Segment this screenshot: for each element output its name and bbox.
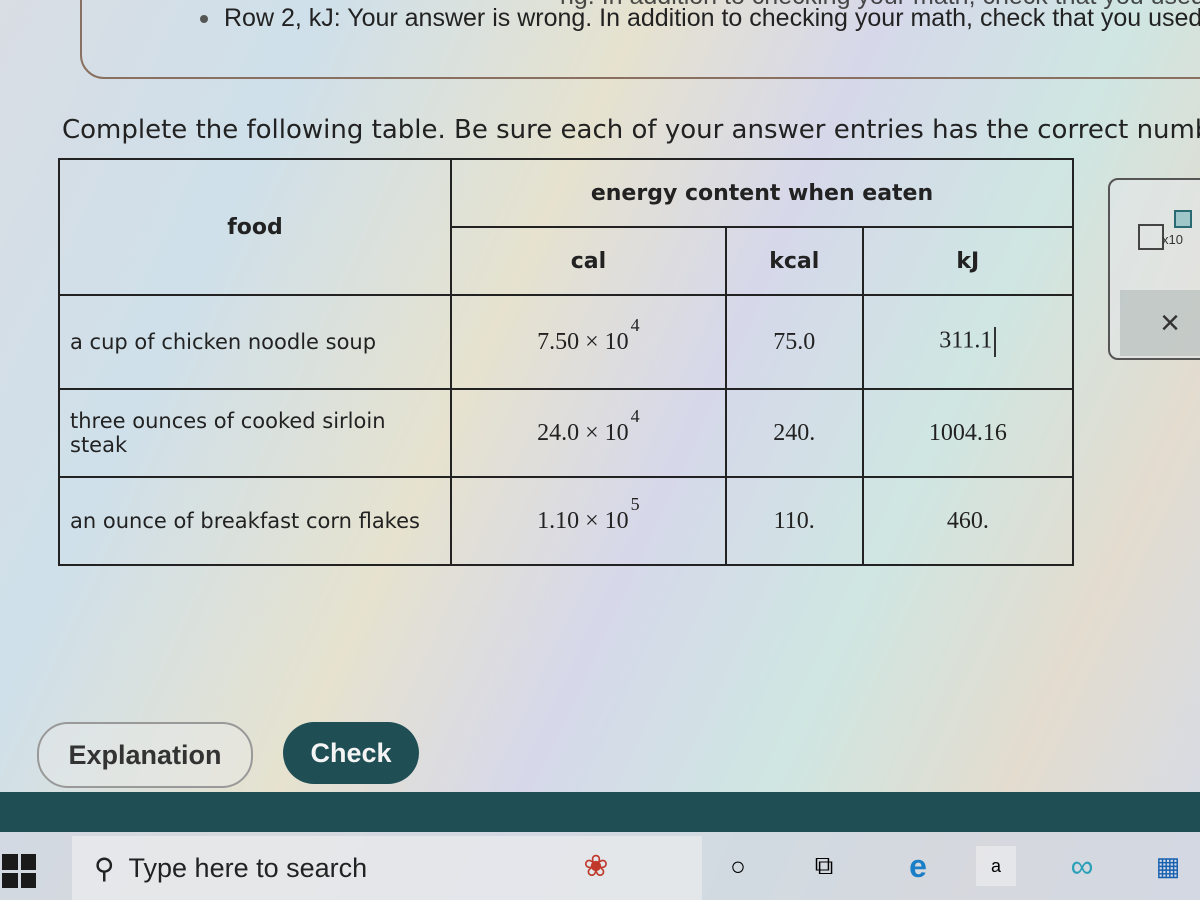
energy-header: energy content when eaten (450, 158, 1074, 228)
explanation-button[interactable]: Explanation (37, 722, 253, 788)
answer-tools-panel: x10 × (1108, 178, 1200, 360)
task-view-icon[interactable]: ⧉ (804, 846, 844, 886)
search-placeholder: Type here to search (128, 852, 368, 883)
kcal-input[interactable]: 75.0 (724, 294, 864, 390)
check-button[interactable]: Check (283, 722, 419, 784)
unit-header-cal: cal (450, 226, 727, 296)
kj-value: 311.1 (939, 327, 993, 354)
base-box-icon (1138, 224, 1164, 250)
cal-input[interactable]: 24.0 × 104 (450, 388, 727, 478)
text-cursor-icon (994, 327, 997, 357)
unit-header-kcal: kcal (724, 226, 864, 296)
feedback-text: Row 2, kJ: Your answer is wrong. In addi… (224, 4, 1200, 32)
food-header: food (58, 158, 452, 296)
kj-input[interactable]: 1004.16 (861, 388, 1075, 478)
cal-mantissa: 24.0 × 10 (537, 419, 629, 446)
food-cell: an ounce of breakfast corn flakes (58, 476, 452, 566)
windows-start-icon[interactable] (2, 854, 36, 888)
table-row: an ounce of breakfast corn flakes 1.10 ×… (58, 476, 1075, 566)
feedback-line: Row 2, kJ: Your answer is wrong. In addi… (200, 4, 1200, 33)
table-row: three ounces of cooked sirloin steak 24.… (58, 388, 1075, 478)
taskbar: ⚲ Type here to search ❀ ○ ⧉ e a ∞ ▦ (0, 832, 1200, 900)
cal-input[interactable]: 7.50 × 104 (450, 294, 727, 390)
close-icon: × (1160, 303, 1180, 342)
footer-bar (0, 792, 1200, 832)
amazon-icon[interactable]: a (976, 846, 1016, 886)
food-cell: three ounces of cooked sirloin steak (58, 388, 452, 478)
kcal-input[interactable]: 240. (724, 388, 864, 478)
infinity-app-icon[interactable]: ∞ (1062, 846, 1102, 886)
energy-table: food energy content when eaten cal kcal … (58, 158, 1075, 566)
food-cell: a cup of chicken noodle soup (58, 294, 452, 390)
unit-header-kj: kJ (861, 226, 1075, 296)
cal-exponent: 5 (630, 493, 640, 514)
bullet-icon (200, 15, 208, 24)
x10-label: x10 (1162, 232, 1183, 247)
kj-input[interactable]: 460. (861, 476, 1075, 566)
cal-exponent: 4 (630, 314, 640, 335)
kj-input[interactable]: 311.1 (861, 294, 1075, 390)
cal-mantissa: 1.10 × 10 (537, 507, 629, 534)
table-row: a cup of chicken noodle soup 7.50 × 104 … (58, 294, 1075, 390)
exponent-box-icon (1174, 210, 1192, 228)
cortana-icon[interactable]: ○ (718, 846, 758, 886)
flowers-widget-icon[interactable]: ❀ (576, 846, 616, 886)
cal-mantissa: 7.50 × 10 (537, 328, 629, 355)
clear-button[interactable]: × (1120, 290, 1200, 356)
instruction-text: Complete the following table. Be sure ea… (62, 115, 1200, 145)
edge-icon[interactable]: e (898, 846, 938, 886)
store-icon[interactable]: ▦ (1148, 846, 1188, 886)
kcal-input[interactable]: 110. (724, 476, 864, 566)
cal-input[interactable]: 1.10 × 105 (450, 476, 727, 566)
cal-exponent: 4 (630, 405, 640, 426)
search-icon: ⚲ (94, 852, 115, 884)
